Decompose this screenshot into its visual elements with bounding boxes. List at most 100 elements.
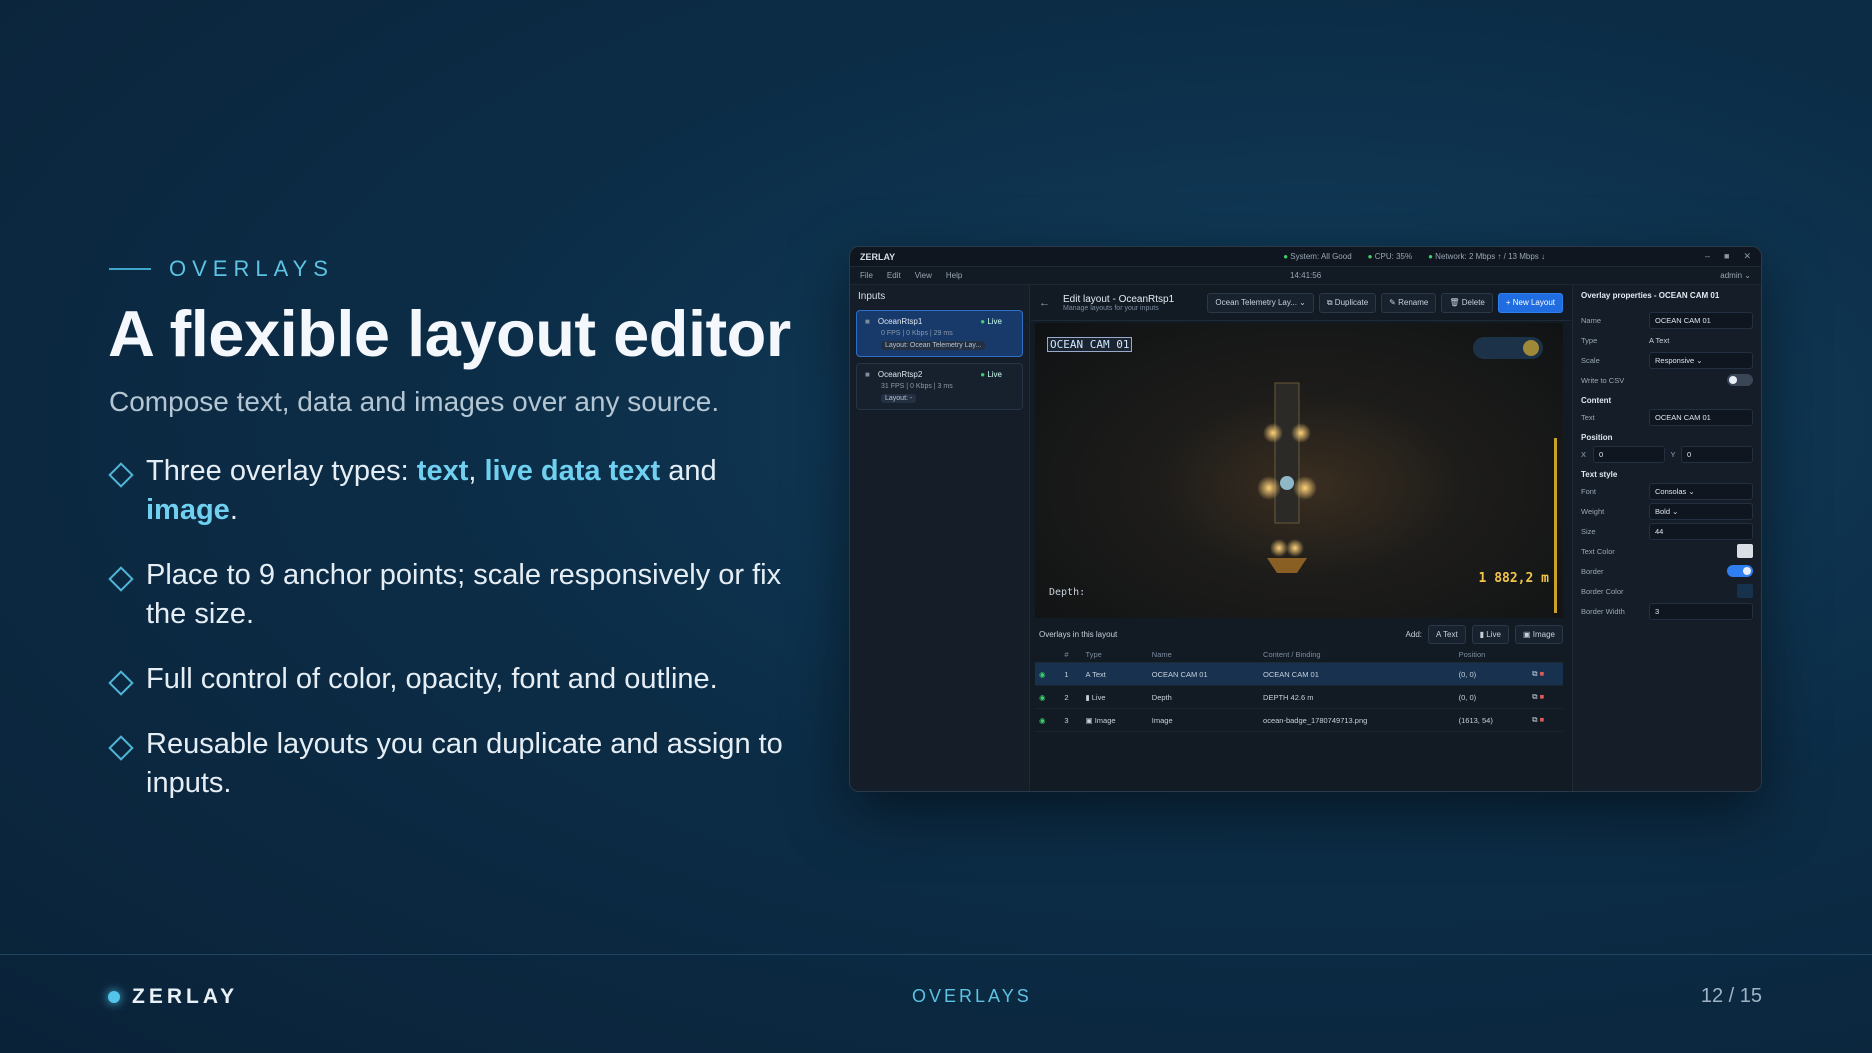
back-arrow-icon[interactable]: ← — [1039, 297, 1055, 309]
input-item-oceanrtsp1[interactable]: ■ OceanRtsp1 ● Live 0 FPS | 0 Kbps | 29 m… — [856, 310, 1023, 357]
add-label: Add: — [1405, 629, 1423, 639]
overlays-list: Overlays in this layout Add: A Text ▮ Li… — [1031, 621, 1571, 791]
inputs-header: Inputs — [858, 291, 886, 302]
input-item-oceanrtsp2[interactable]: ■ OceanRtsp2 ● Live 31 FPS | 0 Kbps | 3 m… — [856, 363, 1023, 410]
diamond-icon — [108, 462, 134, 488]
maximize-icon[interactable]: ■ — [1724, 251, 1729, 262]
editor-title: Edit layout - OceanRtsp1 — [1063, 293, 1175, 305]
bullet-text: Reusable layouts you can duplicate and a… — [146, 728, 783, 799]
badge-image-overlay[interactable] — [1473, 337, 1543, 359]
depth-value-overlay[interactable]: 1 882,2 m — [1479, 571, 1549, 586]
kicker-line — [109, 268, 151, 270]
trash-icon[interactable]: ■ — [1540, 715, 1545, 724]
cpu-status: ● CPU: 35% — [1367, 252, 1413, 261]
bullet-item: Place to 9 anchor points; scale responsi… — [108, 556, 798, 634]
visibility-icon[interactable]: ◉ — [1039, 670, 1046, 679]
y-field[interactable]: 0 — [1681, 445, 1753, 463]
text-field[interactable]: OCEAN CAM 01 — [1649, 408, 1753, 426]
diamond-icon — [108, 735, 134, 761]
col-content: Content / Binding — [1259, 647, 1455, 663]
content-section: Content — [1581, 396, 1612, 405]
font-select[interactable]: Consolas ⌄ — [1649, 482, 1753, 500]
trash-icon[interactable]: ■ — [1540, 669, 1545, 678]
close-icon[interactable]: ✕ — [1743, 251, 1751, 262]
bullet-text: Place to 9 anchor points; scale responsi… — [146, 559, 782, 630]
camera-icon: ■ — [865, 370, 870, 379]
visibility-icon[interactable]: ◉ — [1039, 693, 1046, 702]
size-field[interactable]: 44 — [1649, 522, 1753, 540]
camera-icon: ■ — [865, 317, 870, 326]
border-width-field[interactable]: 3 — [1649, 602, 1753, 620]
bullet-item: Full control of color, opacity, font and… — [108, 660, 798, 699]
live-badge: ● Live — [980, 370, 1002, 379]
editor-header: ← Edit layout - OceanRtsp1 Manage layout… — [1031, 285, 1571, 321]
border-toggle[interactable] — [1727, 565, 1753, 577]
weight-select[interactable]: Bold ⌄ — [1649, 502, 1753, 520]
input-layout-tag: Layout: Ocean Telemetry Lay... — [881, 341, 986, 350]
depth-ruler — [1554, 438, 1557, 613]
bullet-item: Three overlay types: text, live data tex… — [108, 452, 798, 530]
bullet-list: Three overlay types: text, live data tex… — [108, 452, 798, 829]
delete-button[interactable]: 🗑 Delete — [1441, 292, 1493, 313]
bullet-item: Reusable layouts you can duplicate and a… — [108, 725, 798, 803]
footer-brand: ZERLAY — [108, 985, 238, 1009]
visibility-icon[interactable]: ◉ — [1039, 716, 1046, 725]
inputs-panel: Inputs ■ OceanRtsp1 ● Live 0 FPS | 0 Kbps… — [850, 285, 1030, 791]
editor-panel: ← Edit layout - OceanRtsp1 Manage layout… — [1031, 285, 1571, 791]
properties-header: Overlay properties - OCEAN CAM 01 — [1581, 291, 1720, 300]
duplicate-button[interactable]: ⧉ Duplicate — [1318, 292, 1377, 313]
layout-select[interactable]: Ocean Telemetry Lay... ⌄ — [1207, 292, 1314, 313]
add-text-button[interactable]: A Text — [1428, 624, 1466, 644]
kicker-text: OVERLAYS — [169, 256, 334, 281]
rename-button[interactable]: ✎ Rename — [1381, 292, 1437, 313]
border-color-swatch[interactable] — [1737, 584, 1753, 598]
table-row[interactable]: ◉ 3 ▣ Image Image ocean-badge_1780749713… — [1035, 708, 1563, 732]
table-row[interactable]: ◉ 2 ▮ Live Depth DEPTH 42.6 m (0, 0) ⧉ ■ — [1035, 685, 1563, 709]
text-color-swatch[interactable] — [1737, 544, 1753, 558]
col-type: Type — [1081, 647, 1148, 663]
cam-label-overlay[interactable]: OCEAN CAM 01 — [1047, 337, 1133, 352]
video-preview[interactable]: OCEAN CAM 01 1 882,2 m Depth: — [1035, 323, 1563, 618]
system-status: ● System: All Good — [1283, 252, 1352, 261]
write-csv-toggle[interactable] — [1727, 374, 1753, 386]
input-meta: 31 FPS | 0 Kbps | 3 ms — [881, 383, 953, 390]
col-number: # — [1060, 647, 1082, 663]
live-badge: ● Live — [980, 317, 1002, 326]
window-controls: – ■ ✕ — [1705, 251, 1751, 262]
copy-icon[interactable]: ⧉ — [1532, 692, 1537, 701]
depth-label: Depth: — [1049, 587, 1086, 598]
minimize-icon[interactable]: – — [1705, 251, 1710, 262]
input-meta: 0 FPS | 0 Kbps | 29 ms — [881, 330, 953, 337]
slide-subtitle: Compose text, data and images over any s… — [109, 386, 720, 417]
editor-subtitle: Manage layouts for your inputs — [1063, 304, 1159, 312]
copy-icon[interactable]: ⧉ — [1532, 669, 1537, 678]
page-number: 12 / 15 — [1700, 985, 1762, 1007]
diamond-icon — [108, 670, 134, 696]
section-kicker: OVERLAYS — [109, 256, 334, 282]
menu-bar: File Edit View Help 14:41:56 admin ⌄ — [850, 267, 1761, 285]
bullet-text: Three overlay types: text, live data tex… — [146, 455, 717, 526]
user-menu[interactable]: admin ⌄ — [1720, 271, 1751, 280]
overlays-table: # Type Name Content / Binding Position ◉… — [1035, 647, 1563, 732]
footer-divider — [0, 954, 1872, 955]
x-field[interactable]: 0 — [1593, 445, 1665, 463]
trash-icon[interactable]: ■ — [1540, 692, 1545, 701]
rov-image — [1257, 382, 1317, 573]
menu-file[interactable]: File — [860, 271, 873, 280]
network-status: ● Network: 2 Mbps ↑ / 13 Mbps ↓ — [1428, 252, 1545, 261]
new-layout-button[interactable]: + New Layout — [1497, 292, 1563, 313]
table-row[interactable]: ◉ 1 A Text OCEAN CAM 01 OCEAN CAM 01 (0,… — [1035, 662, 1563, 686]
scale-select[interactable]: Responsive ⌄ — [1649, 351, 1753, 369]
copy-icon[interactable]: ⧉ — [1532, 715, 1537, 724]
name-field[interactable]: OCEAN CAM 01 — [1649, 311, 1753, 329]
menu-help[interactable]: Help — [946, 271, 962, 280]
slide-title: A flexible layout editor — [108, 297, 791, 370]
add-live-button[interactable]: ▮ Live — [1471, 624, 1509, 644]
clock: 14:41:56 — [1290, 271, 1322, 280]
position-section: Position — [1581, 433, 1613, 442]
menu-edit[interactable]: Edit — [887, 271, 901, 280]
add-image-button[interactable]: ▣ Image — [1514, 624, 1563, 644]
type-value: A Text — [1649, 335, 1670, 345]
menu-view[interactable]: View — [915, 271, 932, 280]
overlays-header: Overlays in this layout — [1039, 629, 1118, 639]
